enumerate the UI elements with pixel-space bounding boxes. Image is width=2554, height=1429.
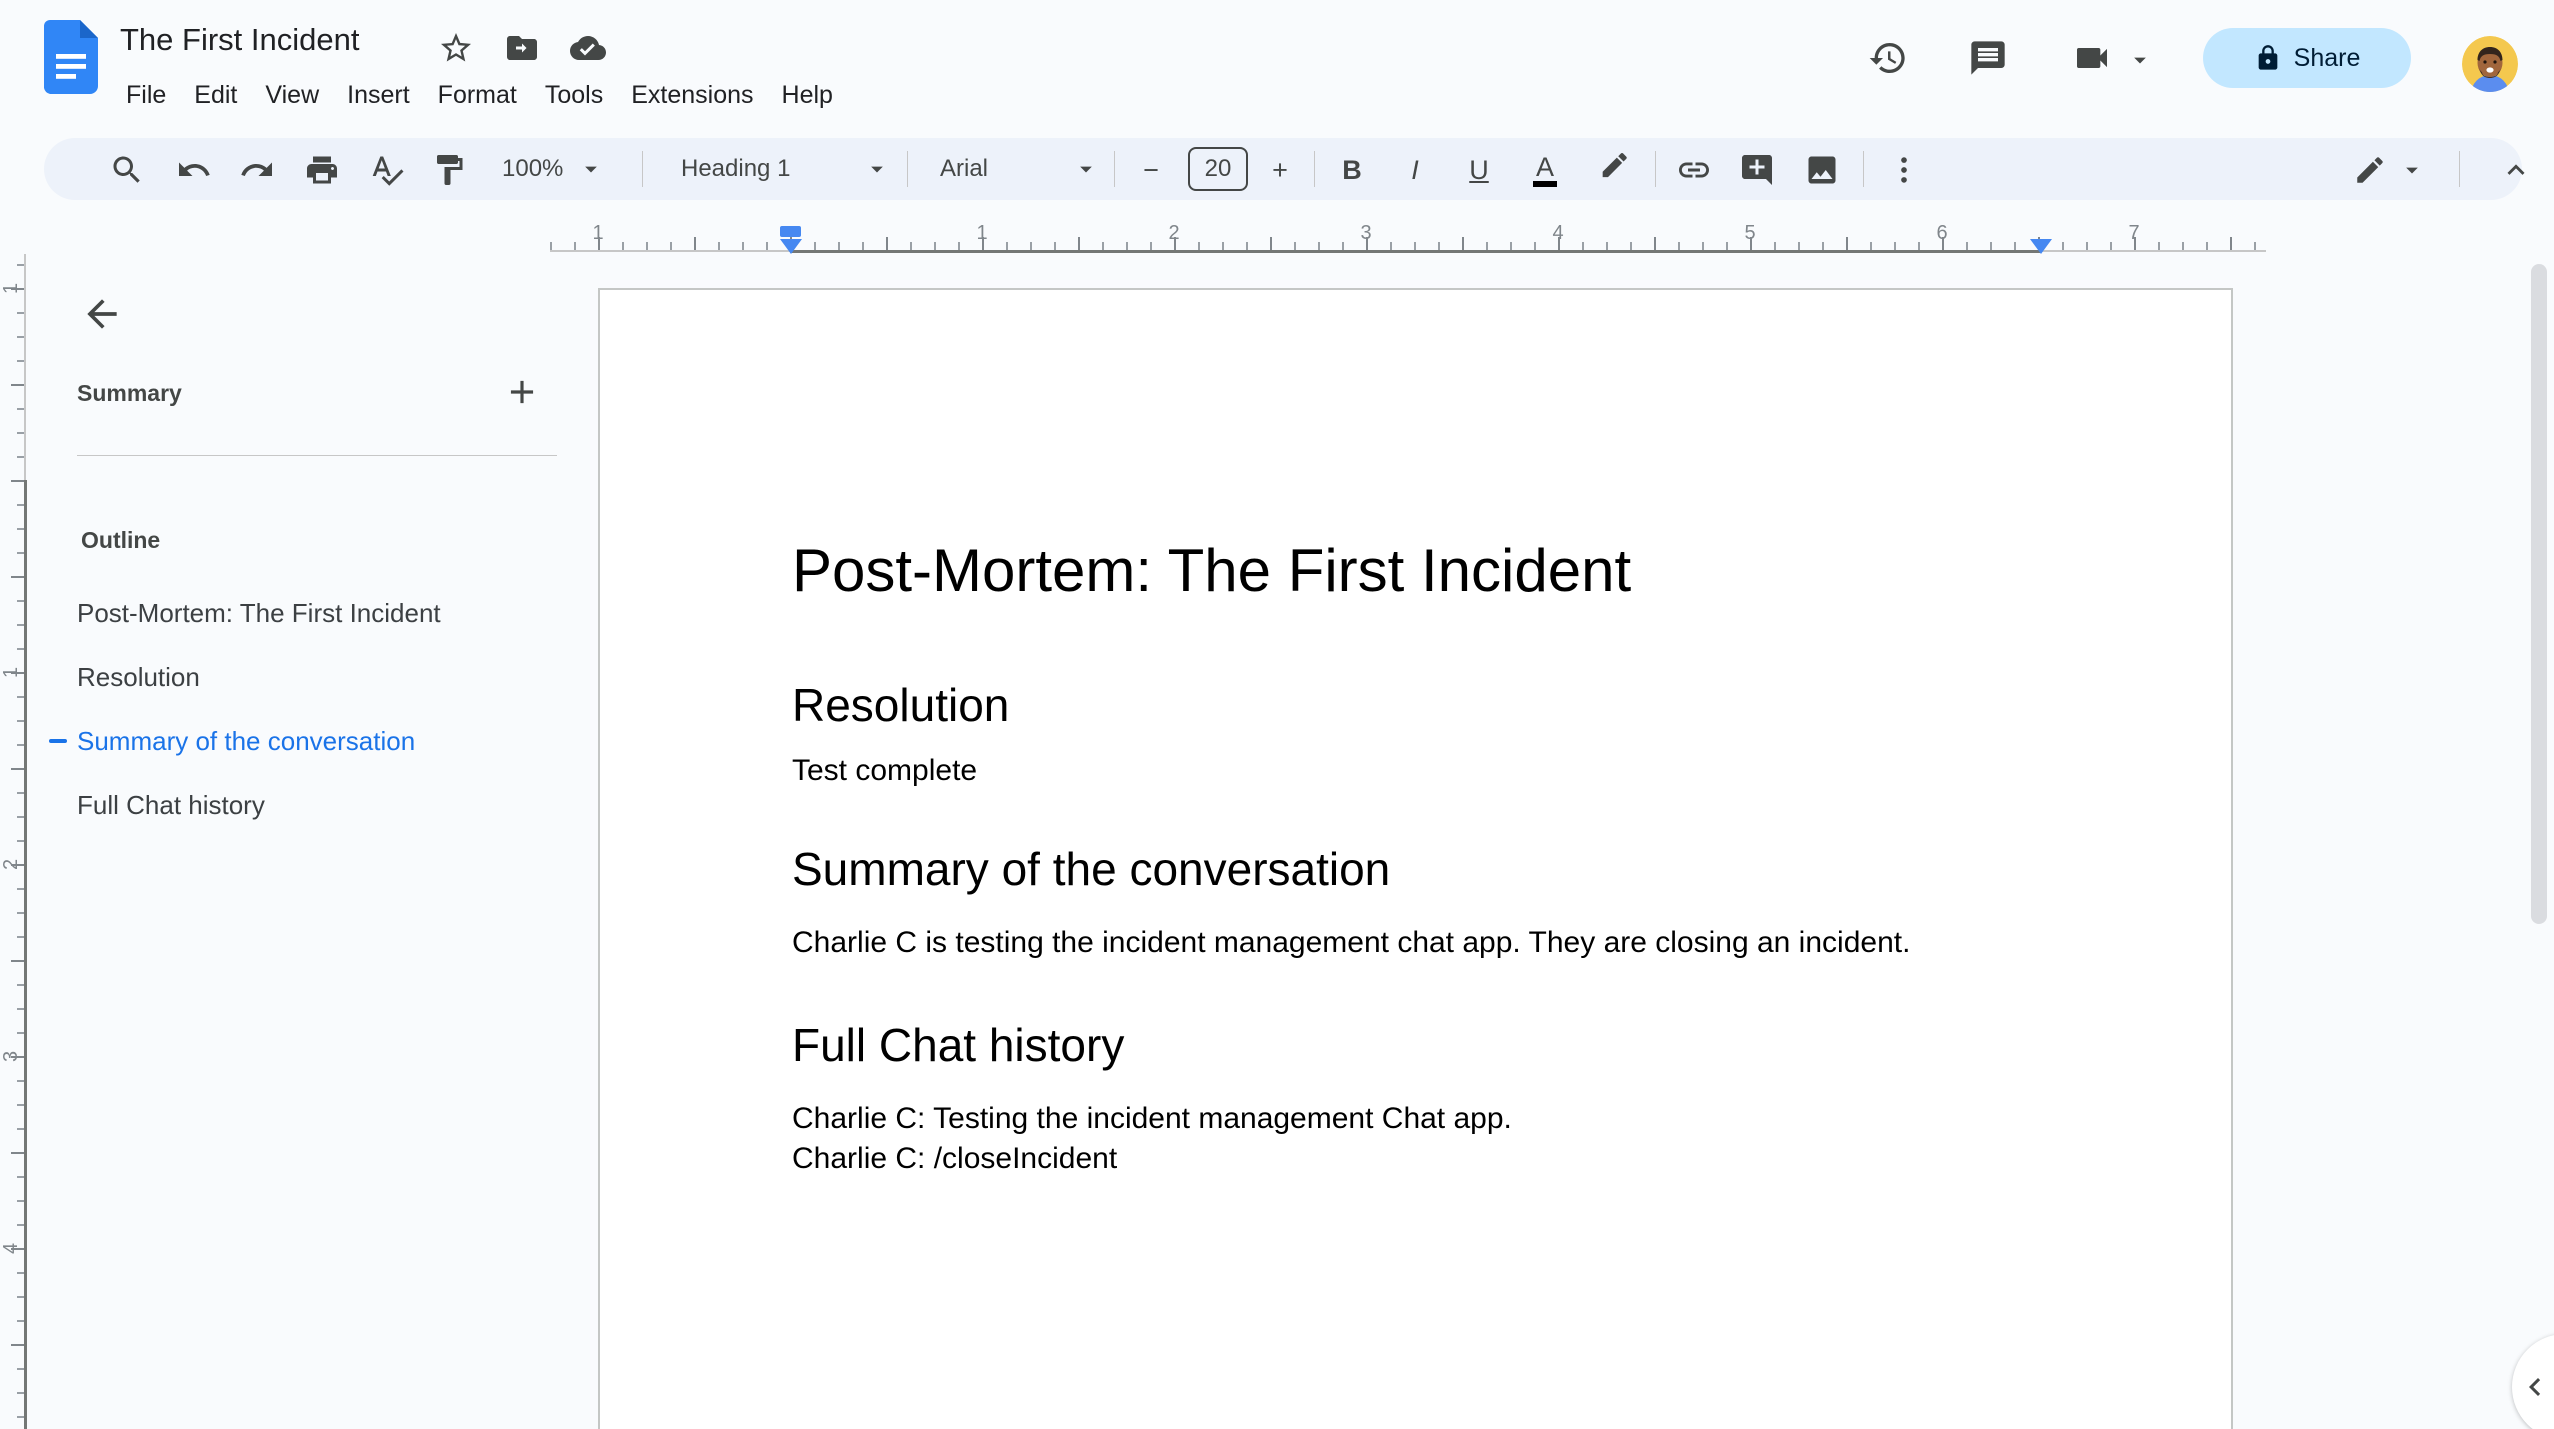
more-options-icon[interactable] (1884, 150, 1924, 190)
font-select[interactable]: Arial (940, 138, 1100, 200)
highlight-color-icon[interactable] (1594, 150, 1634, 190)
decrease-font-size-button[interactable]: − (1131, 150, 1171, 190)
account-avatar[interactable] (2462, 36, 2518, 92)
doc-heading-resolution[interactable]: Resolution (792, 678, 1009, 732)
toolbar-separator (907, 151, 908, 187)
lock-icon (2254, 44, 2282, 72)
right-indent-marker[interactable] (2030, 239, 2052, 254)
comments-icon[interactable] (1968, 38, 2008, 78)
version-history-icon[interactable] (1868, 38, 1908, 78)
redo-icon[interactable] (237, 150, 277, 190)
menu-tools[interactable]: Tools (531, 74, 617, 116)
text-color-button[interactable]: A (1525, 150, 1565, 190)
summary-divider (77, 455, 557, 456)
add-comment-icon[interactable] (1737, 150, 1777, 190)
paint-format-icon[interactable] (429, 150, 469, 190)
menu-format[interactable]: Format (424, 74, 531, 116)
font-caret-icon (1072, 155, 1100, 183)
add-summary-icon[interactable] (500, 370, 544, 414)
toolbar: 100% Heading 1 Arial − 20 + B I U A (44, 138, 2522, 200)
summary-heading: Summary (77, 380, 182, 406)
star-icon[interactable] (438, 30, 474, 66)
google-docs-logo[interactable] (44, 20, 98, 94)
doc-paragraph[interactable]: Charlie C: /closeIncident (792, 1142, 1117, 1176)
paragraph-style-value: Heading 1 (681, 155, 791, 182)
editing-mode-pencil-icon[interactable] (2350, 150, 2390, 190)
menu-insert[interactable]: Insert (333, 74, 424, 116)
doc-heading-1[interactable]: Post-Mortem: The First Incident (792, 536, 1631, 605)
ruler-number: 1 (0, 666, 22, 678)
hide-menus-chevron-icon[interactable] (2496, 150, 2536, 190)
spellcheck-icon[interactable] (367, 150, 407, 190)
outline-item-active[interactable]: Summary of the conversation (77, 726, 415, 757)
insert-link-icon[interactable] (1674, 150, 1714, 190)
menu-view[interactable]: View (251, 74, 333, 116)
doc-heading-chat-history[interactable]: Full Chat history (792, 1018, 1124, 1072)
toolbar-separator (1655, 151, 1656, 187)
outline-item[interactable]: Full Chat history (77, 790, 265, 821)
font-size-input[interactable]: 20 (1188, 147, 1248, 191)
meet-video-icon[interactable] (2072, 38, 2112, 78)
menu-file[interactable]: File (112, 74, 180, 116)
meet-dropdown-caret-icon[interactable] (2126, 46, 2154, 74)
ruler-margin-span (24, 480, 27, 1429)
close-outline-back-icon[interactable] (74, 286, 130, 342)
font-value: Arial (940, 155, 989, 182)
underline-button[interactable]: U (1459, 150, 1499, 190)
toolbar-separator (1114, 151, 1115, 187)
insert-image-icon[interactable] (1802, 150, 1842, 190)
vertical-scrollbar-thumb[interactable] (2531, 264, 2547, 924)
zoom-caret-icon (577, 155, 605, 183)
editing-mode-caret-icon[interactable] (2396, 150, 2428, 190)
saved-status-cloud-icon[interactable] (570, 30, 606, 66)
doc-paragraph[interactable]: Charlie C: Testing the incident manageme… (792, 1102, 1512, 1136)
show-side-panel-button[interactable] (2512, 1334, 2554, 1429)
style-caret-icon (863, 155, 891, 183)
undo-icon[interactable] (174, 150, 214, 190)
chevron-left-icon (2517, 1369, 2553, 1405)
bold-button[interactable]: B (1332, 150, 1372, 190)
menu-bar: File Edit View Insert Format Tools Exten… (112, 74, 847, 116)
doc-heading-summary[interactable]: Summary of the conversation (792, 842, 1390, 896)
menu-help[interactable]: Help (768, 74, 847, 116)
outline-item[interactable]: Post-Mortem: The First Incident (77, 598, 441, 629)
outline-item[interactable]: Resolution (77, 662, 200, 693)
zoom-select[interactable]: 100% (502, 138, 605, 200)
increase-font-size-button[interactable]: + (1260, 150, 1300, 190)
active-outline-dash (49, 739, 67, 743)
italic-button[interactable]: I (1395, 150, 1435, 190)
share-button[interactable]: Share (2203, 28, 2411, 88)
document-title[interactable]: The First Incident (120, 22, 359, 58)
ruler-ticks (598, 237, 2256, 251)
toolbar-separator (2459, 151, 2460, 187)
menu-edit[interactable]: Edit (180, 74, 251, 116)
paragraph-style-select[interactable]: Heading 1 (681, 138, 891, 200)
outline-heading: Outline (81, 527, 161, 553)
ruler-number: 1 (0, 282, 22, 294)
document-page[interactable]: Post-Mortem: The First Incident Resoluti… (598, 288, 2233, 1429)
move-folder-icon[interactable] (504, 30, 540, 66)
print-icon[interactable] (302, 150, 342, 190)
toolbar-separator (1314, 151, 1315, 187)
toolbar-separator (642, 151, 643, 187)
ruler-number: 2 (0, 858, 22, 870)
ruler-margin-span (790, 250, 2041, 253)
zoom-value: 100% (502, 155, 564, 182)
search-menus-icon[interactable] (107, 150, 147, 190)
first-line-indent-marker[interactable] (780, 226, 801, 237)
doc-paragraph[interactable]: Charlie C is testing the incident manage… (792, 926, 1910, 960)
ruler-number: 4 (0, 1242, 22, 1254)
ruler-number: 3 (0, 1050, 22, 1062)
left-indent-marker[interactable] (780, 239, 802, 254)
menu-extensions[interactable]: Extensions (617, 74, 767, 116)
toolbar-separator (1863, 151, 1864, 187)
doc-paragraph[interactable]: Test complete (792, 754, 977, 788)
share-button-label: Share (2293, 43, 2361, 72)
